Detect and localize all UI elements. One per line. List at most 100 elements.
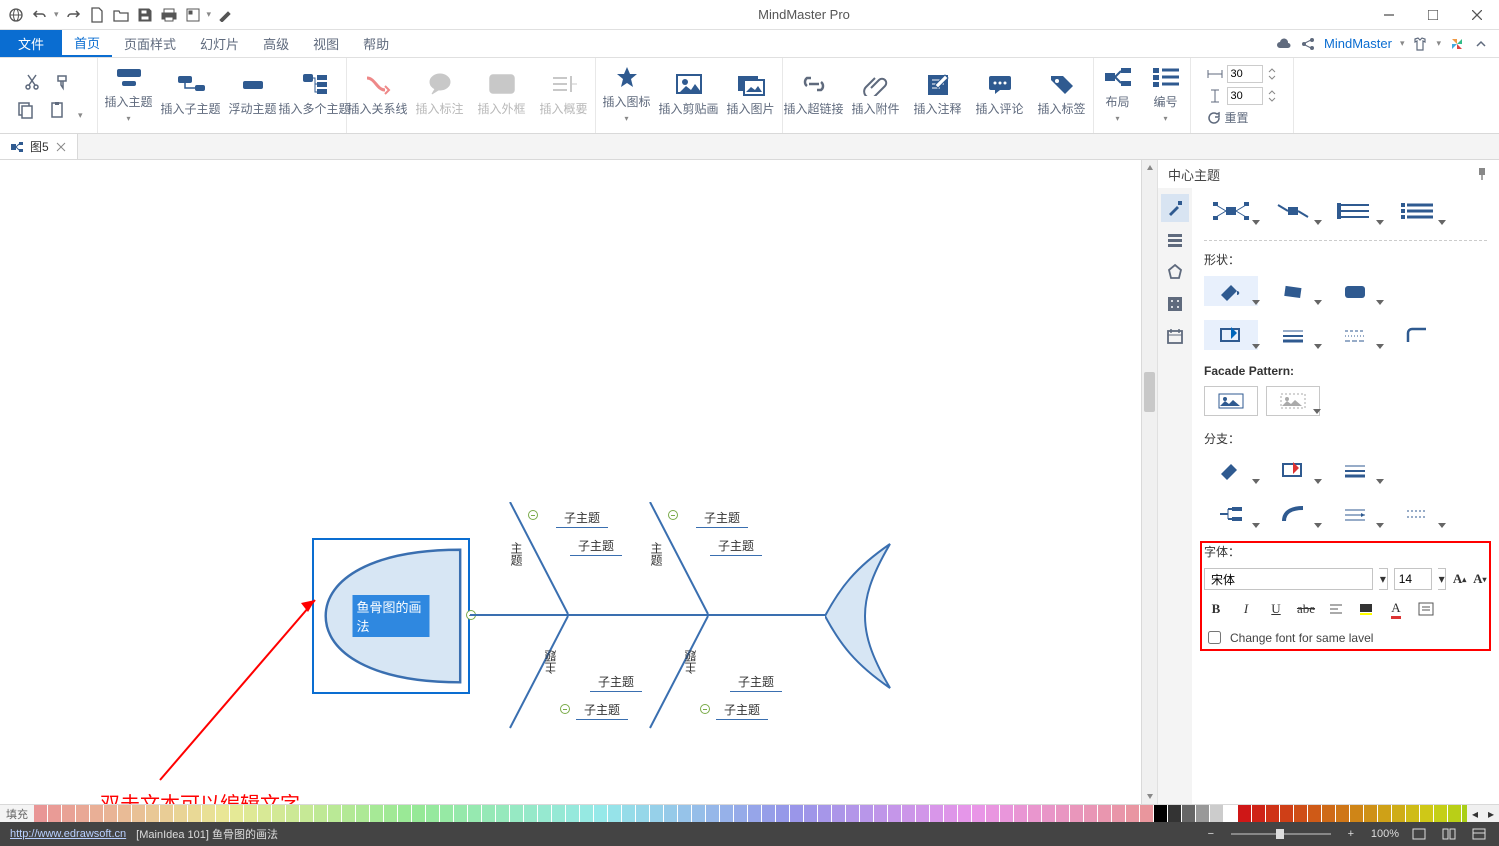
main-topic-label[interactable]: 主题: [682, 650, 699, 674]
color-swatch[interactable]: [720, 805, 734, 822]
color-swatch[interactable]: [76, 805, 90, 822]
insert-multi-topic-button[interactable]: 插入多个主题: [284, 58, 346, 130]
color-swatch[interactable]: [944, 805, 958, 822]
branch-arrow-option[interactable]: [1328, 499, 1382, 529]
color-swatch[interactable]: [1378, 805, 1392, 822]
tab-advanced[interactable]: 高级: [251, 30, 301, 57]
view-mode-3-icon[interactable]: [1469, 824, 1489, 844]
color-swatch[interactable]: [370, 805, 384, 822]
insert-note-button[interactable]: 插入注释: [907, 58, 969, 130]
color-swatch[interactable]: [958, 805, 972, 822]
color-swatch[interactable]: [734, 805, 748, 822]
color-swatch[interactable]: [1154, 805, 1168, 822]
floating-topic-button[interactable]: 浮动主题: [222, 58, 284, 130]
tab-view[interactable]: 视图: [301, 30, 351, 57]
color-swatch[interactable]: [496, 805, 510, 822]
color-swatch[interactable]: [622, 805, 636, 822]
central-topic[interactable]: 鱼骨图的画法: [312, 538, 470, 694]
color-swatch[interactable]: [62, 805, 76, 822]
new-icon[interactable]: [87, 5, 107, 25]
color-swatch[interactable]: [286, 805, 300, 822]
insert-hyperlink-button[interactable]: 插入超链接: [783, 58, 845, 130]
color-swatch[interactable]: [1252, 805, 1266, 822]
tab-page-style[interactable]: 页面样式: [112, 30, 188, 57]
color-swatch[interactable]: [412, 805, 426, 822]
color-swatch[interactable]: [1182, 805, 1196, 822]
pinwheel-icon[interactable]: [1449, 36, 1465, 52]
line-dash-option[interactable]: [1328, 320, 1382, 350]
subtopic-label[interactable]: 子主题: [576, 700, 628, 720]
branch-weight-option[interactable]: [1328, 455, 1382, 485]
color-swatch[interactable]: [34, 805, 48, 822]
color-swatch[interactable]: [1238, 805, 1252, 822]
layout-option[interactable]: [1328, 196, 1382, 226]
color-swatch[interactable]: [510, 805, 524, 822]
color-swatch[interactable]: [1112, 805, 1126, 822]
style-icon[interactable]: [215, 5, 235, 25]
insert-tag-button[interactable]: 插入标签: [1031, 58, 1093, 130]
cloud-icon[interactable]: [1276, 36, 1292, 52]
format-painter-icon[interactable]: [52, 71, 76, 93]
color-swatch[interactable]: [1294, 805, 1308, 822]
color-swatch[interactable]: [860, 805, 874, 822]
main-topic-label[interactable]: 主题: [648, 542, 665, 566]
color-swatch[interactable]: [328, 805, 342, 822]
color-swatch[interactable]: [258, 805, 272, 822]
color-swatch[interactable]: [650, 805, 664, 822]
color-swatch[interactable]: [832, 805, 846, 822]
font-family-caret[interactable]: ▾: [1379, 568, 1388, 590]
color-swatch[interactable]: [762, 805, 776, 822]
color-swatch[interactable]: [986, 805, 1000, 822]
insert-image-button[interactable]: 插入图片: [720, 58, 782, 130]
subtopic-label[interactable]: 子主题: [716, 700, 768, 720]
color-swatch[interactable]: [972, 805, 986, 822]
increase-font-button[interactable]: A▴: [1452, 568, 1466, 590]
tab-home[interactable]: 首页: [62, 30, 112, 57]
color-swatch[interactable]: [1070, 805, 1084, 822]
file-menu-button[interactable]: 文件: [0, 30, 62, 57]
color-swatch[interactable]: [776, 805, 790, 822]
color-swatch[interactable]: [1280, 805, 1294, 822]
facade-option[interactable]: [1204, 386, 1258, 416]
color-swatch[interactable]: [1448, 805, 1462, 822]
color-swatch[interactable]: [1266, 805, 1280, 822]
color-swatch[interactable]: [1168, 805, 1182, 822]
panel-tab-calendar[interactable]: [1161, 322, 1189, 350]
color-swatch[interactable]: [160, 805, 174, 822]
color-swatch[interactable]: [216, 805, 230, 822]
color-swatch[interactable]: [930, 805, 944, 822]
color-swatch[interactable]: [804, 805, 818, 822]
color-swatch[interactable]: [1420, 805, 1434, 822]
maximize-button[interactable]: [1411, 0, 1455, 30]
tab-slideshow[interactable]: 幻灯片: [188, 30, 251, 57]
color-swatch[interactable]: [1336, 805, 1350, 822]
color-swatch[interactable]: [1042, 805, 1056, 822]
color-swatch[interactable]: [916, 805, 930, 822]
facade-option[interactable]: [1266, 386, 1320, 416]
shirt-icon[interactable]: [1412, 36, 1428, 52]
corner-option[interactable]: [1390, 320, 1444, 350]
color-swatch[interactable]: [482, 805, 496, 822]
color-swatch[interactable]: [146, 805, 160, 822]
color-swatch[interactable]: [1084, 805, 1098, 822]
minimize-button[interactable]: [1367, 0, 1411, 30]
subtopic-label[interactable]: 子主题: [556, 508, 608, 528]
color-swatch[interactable]: [706, 805, 720, 822]
color-swatch[interactable]: [272, 805, 286, 822]
collapse-icon[interactable]: [560, 704, 570, 714]
layout-button[interactable]: 布局▾: [1094, 58, 1142, 130]
line-weight-option[interactable]: [1266, 320, 1320, 350]
color-swatch[interactable]: [1322, 805, 1336, 822]
collapse-icon[interactable]: [700, 704, 710, 714]
font-color-button[interactable]: A: [1384, 598, 1408, 620]
color-swatch[interactable]: [846, 805, 860, 822]
save-icon[interactable]: [135, 5, 155, 25]
subtopic-label[interactable]: 子主题: [696, 508, 748, 528]
cut-icon[interactable]: [20, 71, 44, 93]
same-level-checkbox[interactable]: Change font for same lavel: [1204, 628, 1487, 647]
insert-relation-button[interactable]: 插入关系线: [347, 58, 409, 130]
shape-rounded-option[interactable]: [1328, 276, 1382, 306]
color-swatch[interactable]: [230, 805, 244, 822]
insert-attachment-button[interactable]: 插入附件: [845, 58, 907, 130]
stepper-icon[interactable]: [1267, 89, 1277, 103]
